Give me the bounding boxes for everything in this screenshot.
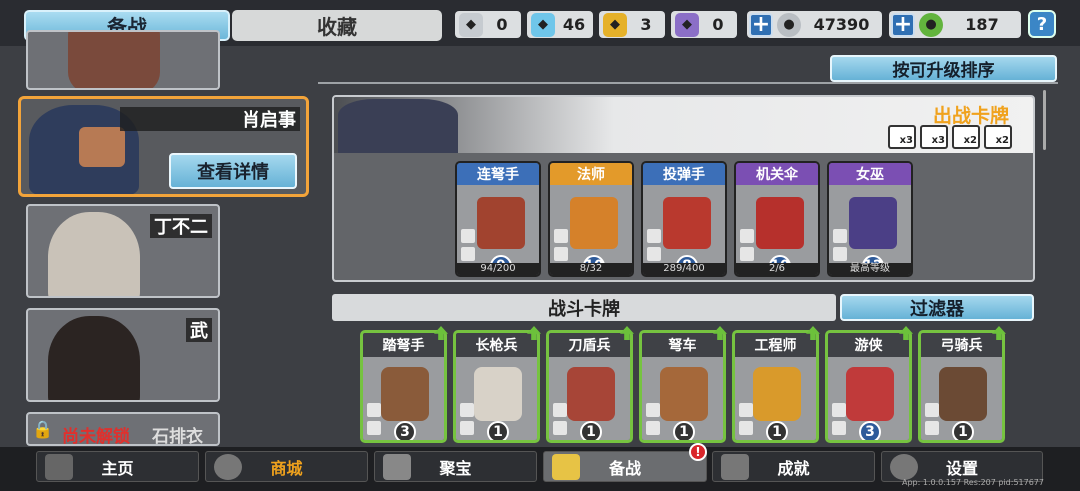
nav-shop[interactable]: 商城 xyxy=(205,451,368,482)
gold-shield-counter: ◆ 3 xyxy=(599,11,665,38)
hero-face xyxy=(79,127,125,167)
hero-name: 石排衣 xyxy=(152,427,203,446)
card-name: 弓骑兵 xyxy=(940,338,983,354)
add-gems-button[interactable]: + xyxy=(891,12,915,37)
card-name: 女巫 xyxy=(829,163,911,185)
silver-shield-counter: ◆ 0 xyxy=(455,11,521,38)
nav-treasure[interactable]: 聚宝 xyxy=(374,451,537,482)
hero-name: 武 xyxy=(186,318,212,342)
treasure-bowl-icon xyxy=(383,454,411,480)
card-name: 刀盾兵 xyxy=(568,338,611,354)
coin-icon: ● xyxy=(777,12,801,37)
battle-card[interactable]: 踏弩手 3 xyxy=(360,330,447,443)
tab-favorites[interactable]: 收藏 xyxy=(232,10,442,41)
hero-card[interactable]: 武 xyxy=(26,308,220,402)
hero-name: 肖启事 xyxy=(120,107,300,131)
hero-card-top[interactable] xyxy=(26,30,220,90)
hero-portrait xyxy=(48,316,140,400)
card-name: 连弩手 xyxy=(457,163,539,185)
nav-home[interactable]: 主页 xyxy=(36,451,199,482)
hero-portrait xyxy=(48,212,140,296)
bonus-umbrella-icon: x2 xyxy=(984,125,1012,149)
nav-label: 聚宝 xyxy=(439,458,472,478)
card-progress: 94/200 xyxy=(457,263,539,275)
card-level: 1 xyxy=(673,421,695,440)
bonus-helmet-icon: x3 xyxy=(920,125,948,149)
battle-card[interactable]: 长枪兵 1 xyxy=(453,330,540,443)
achievements-icon xyxy=(721,454,749,480)
divider xyxy=(318,82,1058,84)
purple-shield-icon: ◆ xyxy=(675,12,699,37)
crystal-counter: ◆ 46 xyxy=(527,11,593,38)
view-details-button[interactable]: 查看详情 xyxy=(169,153,297,189)
card-level: 1 xyxy=(580,421,602,440)
bonus-skull-icon: x2 xyxy=(952,125,980,149)
filter-button[interactable]: 过滤器 xyxy=(840,294,1034,321)
nav-label: 成就 xyxy=(777,458,810,478)
card-name: 游侠 xyxy=(854,338,883,354)
blue-crystal-icon: ◆ xyxy=(531,12,555,37)
battle-card[interactable]: 弩车 1 xyxy=(639,330,726,443)
nav-label: 商城 xyxy=(270,458,303,478)
notification-badge: ! xyxy=(689,443,707,461)
battle-card[interactable]: 工程师 1 xyxy=(732,330,819,443)
card-progress: 289/400 xyxy=(643,263,725,275)
battle-cards-header: 战斗卡牌 xyxy=(332,294,836,321)
scrollbar[interactable] xyxy=(1043,90,1046,150)
lock-icon: 🔒 xyxy=(32,420,54,440)
deploy-card[interactable]: 机关伞 10 2/6 xyxy=(734,161,820,277)
card-level: 1 xyxy=(952,421,974,440)
card-name: 工程师 xyxy=(754,338,797,354)
coin-counter: + ● 47390 xyxy=(747,11,882,38)
card-name: 踏弩手 xyxy=(382,338,425,354)
hero-banner-portrait xyxy=(338,99,458,153)
hero-portrait xyxy=(68,32,160,88)
gem-counter: + ● 187 xyxy=(889,11,1021,38)
deploy-title: 出战卡牌 xyxy=(932,105,1009,127)
sort-upgradable-button[interactable]: 按可升级排序 xyxy=(830,55,1057,82)
deploy-card[interactable]: 连弩手 9 94/200 xyxy=(455,161,541,277)
card-level: 1 xyxy=(487,421,509,440)
coins-icon xyxy=(214,454,242,480)
home-icon xyxy=(45,454,73,480)
gear-icon xyxy=(890,454,918,480)
card-name: 投弹手 xyxy=(643,163,725,185)
add-coins-button[interactable]: + xyxy=(749,12,773,37)
hero-name: 丁不二 xyxy=(150,214,212,238)
card-level: 3 xyxy=(394,421,416,440)
card-progress: 8/32 xyxy=(550,263,632,275)
card-progress: 最高等级 xyxy=(829,263,911,275)
card-name: 法师 xyxy=(550,163,632,185)
card-level: 1 xyxy=(766,421,788,440)
locked-label: 尚未解锁 xyxy=(62,427,130,446)
bonus-crossbow-icon: x3 xyxy=(888,125,916,149)
deploy-panel: 出战卡牌 x3 x3 x2 x2 连弩手 9 94/200 法师 10 8/32… xyxy=(332,95,1035,282)
deploy-card[interactable]: 法师 10 8/32 xyxy=(548,161,634,277)
hero-card-selected[interactable]: 肖启事 查看详情 xyxy=(18,96,309,197)
nav-achievements[interactable]: 成就 xyxy=(712,451,875,482)
purple-shield-counter: ◆ 0 xyxy=(671,11,737,38)
cards-icon xyxy=(552,454,580,480)
hero-card-locked[interactable]: 🔒 尚未解锁 石排衣 xyxy=(26,412,220,446)
gem-icon: ● xyxy=(919,12,943,37)
nav-label: 主页 xyxy=(101,458,134,478)
nav-prep[interactable]: 备战 xyxy=(543,451,707,482)
version-text: App: 1.0.0.157 Res:207 pid:517677 xyxy=(902,478,1044,487)
deploy-card[interactable]: 女巫 12 最高等级 xyxy=(827,161,913,277)
card-level: 3 xyxy=(859,421,881,440)
nav-label: 设置 xyxy=(945,458,978,478)
help-button[interactable]: ? xyxy=(1028,10,1056,38)
hero-card[interactable]: 丁不二 xyxy=(26,204,220,298)
card-name: 机关伞 xyxy=(736,163,818,185)
gold-shield-icon: ◆ xyxy=(603,12,627,37)
battle-card[interactable]: 刀盾兵 1 xyxy=(546,330,633,443)
card-name: 弩车 xyxy=(668,338,697,354)
nav-label: 备战 xyxy=(608,458,641,478)
card-progress: 2/6 xyxy=(736,263,818,275)
battle-card[interactable]: 游侠 3 xyxy=(825,330,912,443)
card-name: 长枪兵 xyxy=(475,338,518,354)
silver-shield-icon: ◆ xyxy=(459,12,483,37)
battle-card[interactable]: 弓骑兵 1 xyxy=(918,330,1005,443)
deploy-card[interactable]: 投弹手 8 289/400 xyxy=(641,161,727,277)
